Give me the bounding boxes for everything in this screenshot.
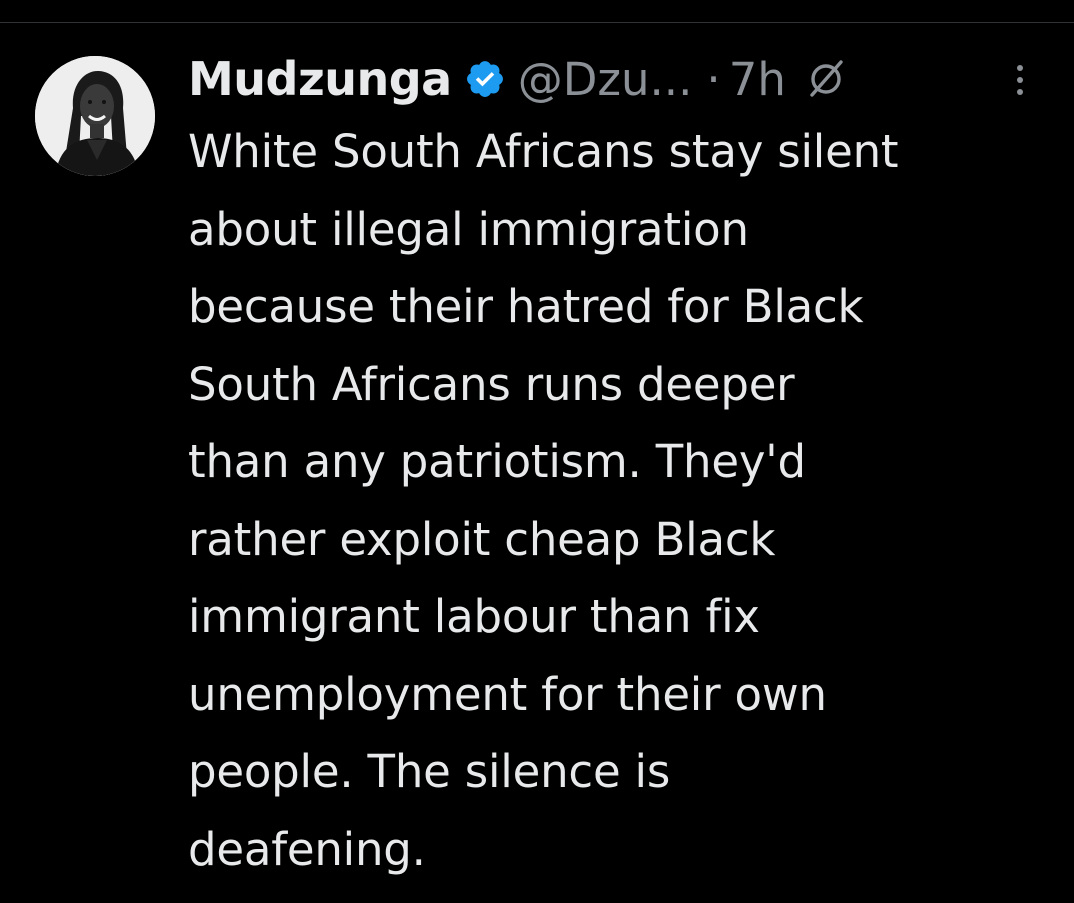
verified-badge-icon: [464, 58, 506, 100]
separator-dot: ·: [706, 52, 721, 106]
tweet-header: Mudzunga @Dzu... · 7h: [188, 49, 1048, 109]
more-vertical-icon[interactable]: [1010, 61, 1030, 101]
author-handle[interactable]: @Dzu...: [518, 53, 693, 106]
author-name[interactable]: Mudzunga: [188, 52, 452, 106]
avatar-photo: [35, 56, 155, 176]
avatar[interactable]: [35, 56, 155, 176]
grok-icon[interactable]: [806, 59, 846, 99]
timestamp[interactable]: 7h: [729, 53, 786, 106]
tweet[interactable]: Mudzunga @Dzu... · 7h White South Africa…: [0, 23, 1074, 903]
tweet-text: White South Africans stay silent about i…: [188, 125, 899, 876]
